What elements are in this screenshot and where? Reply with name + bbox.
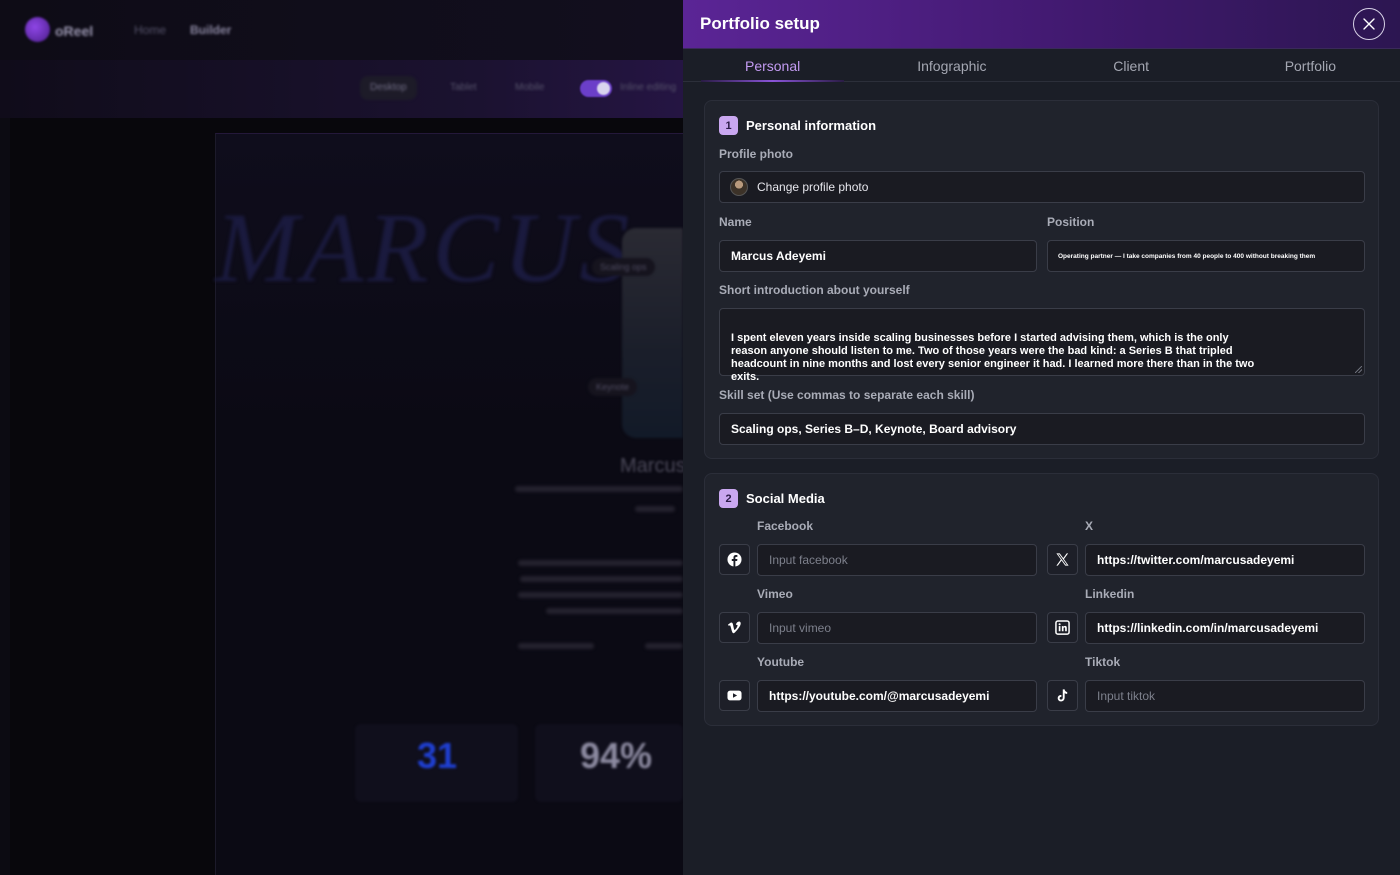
skills-label: Skill set (Use commas to separate each s… [719,388,975,402]
linkedin-input[interactable]: https://linkedin.com/in/marcusadeyemi [1085,612,1365,644]
inline-editing-toggle[interactable] [580,80,612,97]
preview-text-line [518,560,683,566]
vimeo-icon [719,612,750,643]
vimeo-input[interactable]: Input vimeo [757,612,1037,644]
nav-builder[interactable]: Builder [190,23,231,37]
preview-stat-value: 31 [417,735,458,776]
preview-text-line [546,608,683,614]
tab-bar: Personal Infographic Client Portfolio [683,49,1400,82]
app-logo-icon [25,17,50,42]
section-title: Personal information [746,118,877,133]
view-mobile-button[interactable]: Mobile [505,76,554,100]
vimeo-label: Vimeo [757,587,793,601]
youtube-input[interactable]: https://youtube.com/@marcusadeyemi [757,680,1037,712]
view-desktop-button[interactable]: Desktop [360,76,417,100]
intro-text: I spent eleven years inside scaling busi… [731,332,1255,383]
name-field[interactable]: Marcus Adeyemi [719,240,1037,272]
tab-personal[interactable]: Personal [683,49,862,82]
facebook-input[interactable]: Input facebook [757,544,1037,576]
section-number-badge: 1 [719,116,738,135]
tab-infographic[interactable]: Infographic [862,49,1041,81]
preview-text-line [515,486,683,492]
section-number-badge: 2 [719,489,738,508]
youtube-label: Youtube [757,655,805,669]
drawer-header: Portfolio setup [683,0,1400,49]
personal-information-section: 1 Personal information Profile photo Cha… [704,100,1379,459]
facebook-icon [719,544,750,575]
section-header: 2 Social Media [719,489,825,508]
profile-photo-label: Profile photo [719,147,793,161]
tiktok-label: Tiktok [1085,655,1121,669]
tiktok-input[interactable]: Input tiktok [1085,680,1365,712]
tab-portfolio[interactable]: Portfolio [1221,49,1400,81]
close-button[interactable] [1353,8,1385,40]
name-label: Name [719,215,752,229]
tiktok-icon [1047,680,1078,711]
facebook-label: Facebook [757,519,814,533]
position-label: Position [1047,215,1095,229]
close-icon [1363,18,1375,30]
x-label: X [1085,519,1094,533]
youtube-icon [719,680,750,711]
linkedin-icon [1047,612,1078,643]
linkedin-label: Linkedin [1085,587,1135,601]
preview-text-line [518,643,594,649]
section-header: 1 Personal information [719,116,876,135]
preview-stat-value: 94% [580,735,653,776]
view-tablet-button[interactable]: Tablet [440,76,487,100]
preview-tag: Scaling ops [592,258,655,276]
preview-hero-name: MARCUS [215,192,634,303]
preview-text-line [520,576,683,582]
nav-home[interactable]: Home [134,23,166,37]
change-profile-photo-button[interactable]: Change profile photo [719,171,1365,203]
preview-text-line [635,506,675,512]
x-icon [1047,544,1078,575]
section-title: Social Media [746,491,825,506]
app-name: oReel [55,23,94,39]
intro-textarea[interactable]: I spent eleven years inside scaling busi… [719,308,1365,383]
skills-field[interactable]: Scaling ops, Series B–D, Keynote, Board … [719,413,1365,445]
portfolio-setup-drawer: Portfolio setup Personal Infographic Cli… [683,0,1400,875]
tab-client[interactable]: Client [1042,49,1221,81]
builder-topbar [0,0,683,60]
drawer-title: Portfolio setup [700,14,820,33]
preview-text-line [645,643,683,649]
avatar [730,178,748,196]
x-input[interactable]: https://twitter.com/marcusadeyemi [1085,544,1365,576]
preview-text-line [518,592,683,598]
change-profile-photo-label: Change profile photo [757,180,869,194]
social-media-section: 2 Social Media Facebook Input facebook X… [704,473,1379,726]
inline-editing-label: Inline editing [620,82,677,93]
preview-display-name: Marcus [620,455,686,477]
preview-tag: Keynote [588,378,638,396]
intro-label: Short introduction about yourself [719,283,910,297]
position-field[interactable]: Operating partner — I take companies fro… [1047,240,1365,272]
resize-handle[interactable] [1355,366,1362,373]
